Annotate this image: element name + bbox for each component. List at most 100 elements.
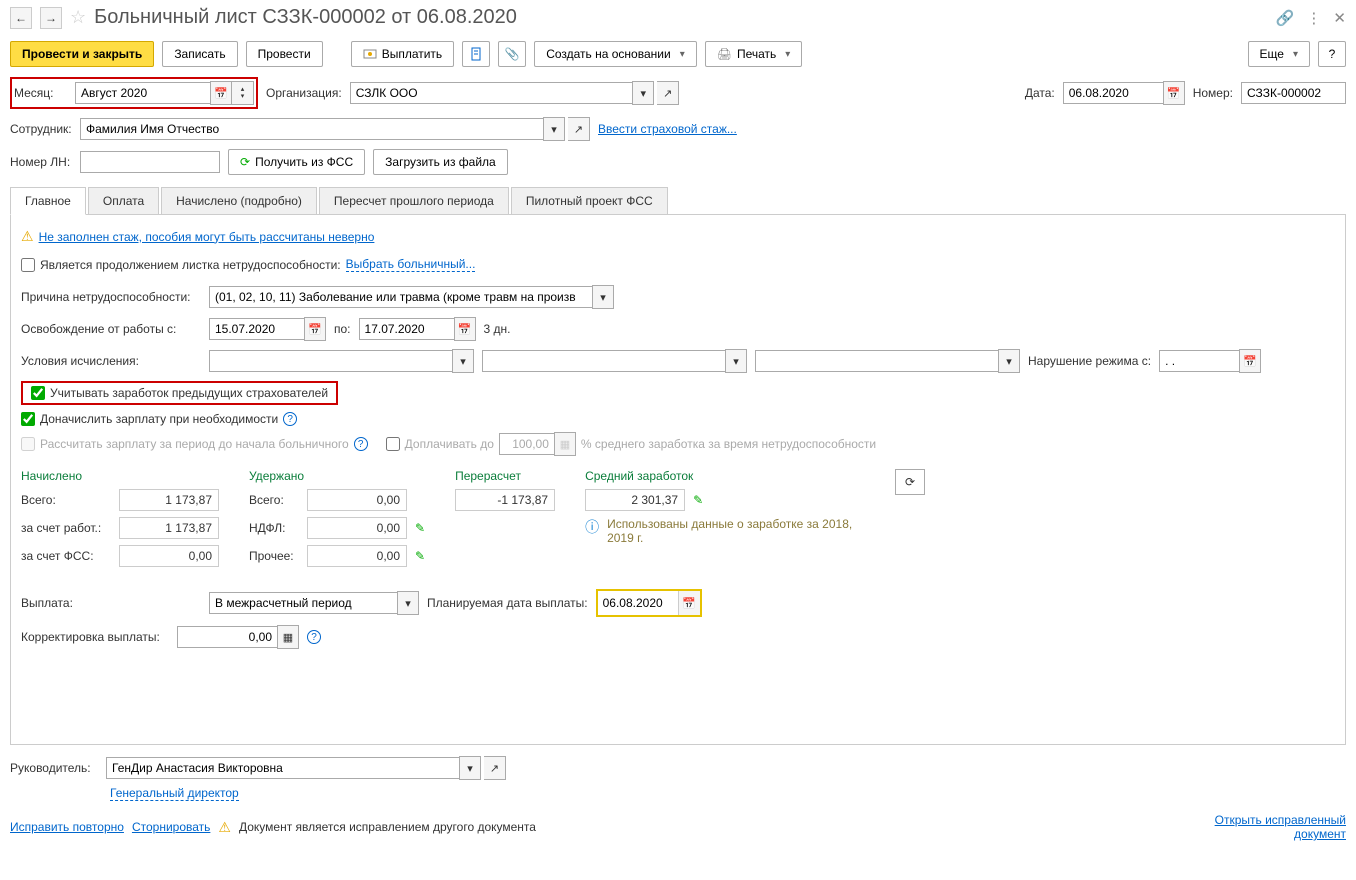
conditions-dropdown-2[interactable]: ▾ xyxy=(725,349,747,373)
tab-fss-pilot[interactable]: Пилотный проект ФСС xyxy=(511,187,668,214)
calc-salary-checkbox xyxy=(21,437,35,451)
storno-link[interactable]: Сторнировать xyxy=(132,820,210,834)
tab-accrued[interactable]: Начислено (подробно) xyxy=(161,187,317,214)
accrued-total-value: 1 173,87 xyxy=(119,489,219,511)
document-icon-button[interactable] xyxy=(462,41,490,67)
withheld-total-value: 0,00 xyxy=(307,489,407,511)
insurance-link[interactable]: Ввести страховой стаж... xyxy=(598,122,737,136)
tab-main[interactable]: Главное xyxy=(10,187,86,215)
violation-label: Нарушение режима с: xyxy=(1028,354,1151,368)
month-calendar-button[interactable]: 📅 xyxy=(210,81,232,105)
pay-up-calc-button: ▦ xyxy=(554,432,576,456)
employee-input[interactable] xyxy=(80,118,543,140)
payment-select[interactable] xyxy=(209,592,397,614)
other-edit-icon[interactable]: ✎ xyxy=(415,549,425,563)
help-icon[interactable]: ? xyxy=(283,412,297,426)
account-prev-checkbox[interactable] xyxy=(31,386,45,400)
select-sick-link[interactable]: Выбрать больничный... xyxy=(346,257,476,272)
month-spinner-button[interactable]: ▴▾ xyxy=(232,81,254,105)
conditions-dropdown-3[interactable]: ▾ xyxy=(998,349,1020,373)
date-to-calendar-button[interactable]: 📅 xyxy=(454,317,476,341)
calc-salary-label: Рассчитать зарплату за период до начала … xyxy=(40,437,349,451)
tab-recalc[interactable]: Пересчет прошлого периода xyxy=(319,187,509,214)
number-input[interactable] xyxy=(1241,82,1346,104)
org-open-button[interactable]: ↗ xyxy=(657,81,679,105)
correction-calc-button[interactable]: ▦ xyxy=(277,625,299,649)
date-to-input[interactable] xyxy=(359,318,454,340)
org-label: Организация: xyxy=(266,86,342,100)
manager-title-link[interactable]: Генеральный директор xyxy=(110,786,239,801)
withheld-total-label: Всего: xyxy=(249,493,299,507)
other-label: Прочее: xyxy=(249,549,299,563)
open-fixed-link[interactable]: Открыть исправленный документ xyxy=(1196,813,1346,841)
date-from-calendar-button[interactable]: 📅 xyxy=(304,317,326,341)
violation-calendar-button[interactable]: 📅 xyxy=(1239,349,1261,373)
manager-dropdown-button[interactable]: ▾ xyxy=(459,756,481,780)
get-fss-button[interactable]: ⟳ Получить из ФСС xyxy=(228,149,365,175)
warning-link[interactable]: Не заполнен стаж, пособия могут быть рас… xyxy=(39,230,375,244)
help-icon-2[interactable]: ? xyxy=(354,437,368,451)
create-based-button[interactable]: Создать на основании xyxy=(534,41,697,67)
ndfl-edit-icon[interactable]: ✎ xyxy=(415,521,425,535)
employee-open-button[interactable]: ↗ xyxy=(568,117,590,141)
avg-edit-icon[interactable]: ✎ xyxy=(693,493,703,507)
conditions-input-1[interactable] xyxy=(209,350,452,372)
conditions-dropdown-1[interactable]: ▾ xyxy=(452,349,474,373)
refresh-button[interactable]: ⟳ xyxy=(895,469,925,495)
pay-up-label: Доплачивать до xyxy=(405,437,494,451)
date-calendar-button[interactable]: 📅 xyxy=(1163,81,1185,105)
paperclip-icon: 📎 xyxy=(505,47,520,61)
planned-date-calendar-button[interactable]: 📅 xyxy=(678,591,700,615)
attach-button[interactable]: 📎 xyxy=(498,41,526,67)
date-from-input[interactable] xyxy=(209,318,304,340)
recalc-header: Перерасчет xyxy=(455,469,555,483)
nav-forward-button[interactable]: → xyxy=(40,7,62,29)
reason-input[interactable] xyxy=(209,286,592,308)
org-dropdown-button[interactable]: ▾ xyxy=(632,81,654,105)
pay-up-input xyxy=(499,433,554,455)
conditions-input-3[interactable] xyxy=(755,350,998,372)
pay-up-checkbox[interactable] xyxy=(386,437,400,451)
print-button[interactable]: 🖨 Печать xyxy=(705,41,803,67)
reason-dropdown-button[interactable]: ▾ xyxy=(592,285,614,309)
accrued-employer-value: 1 173,87 xyxy=(119,517,219,539)
violation-date-input[interactable] xyxy=(1159,350,1239,372)
nav-back-button[interactable]: ← xyxy=(10,7,32,29)
close-icon[interactable]: ✕ xyxy=(1333,9,1346,27)
month-input[interactable] xyxy=(75,82,210,104)
to-label: по: xyxy=(334,322,351,336)
more-menu-icon[interactable]: ⋮ xyxy=(1306,9,1321,27)
manager-open-button[interactable]: ↗ xyxy=(484,756,506,780)
post-button[interactable]: Провести xyxy=(246,41,323,67)
save-button[interactable]: Записать xyxy=(162,41,237,67)
fix-again-link[interactable]: Исправить повторно xyxy=(10,820,124,834)
correction-input[interactable] xyxy=(177,626,277,648)
continuation-checkbox[interactable] xyxy=(21,258,35,272)
employee-dropdown-button[interactable]: ▾ xyxy=(543,117,565,141)
add-salary-checkbox[interactable] xyxy=(21,412,35,426)
favorite-star-icon[interactable]: ☆ xyxy=(70,7,86,28)
conditions-input-2[interactable] xyxy=(482,350,725,372)
avg-value: 2 301,37 xyxy=(585,489,685,511)
planned-date-input[interactable] xyxy=(598,593,678,613)
help-button[interactable]: ? xyxy=(1318,41,1346,67)
continuation-label: Является продолжением листка нетрудоспос… xyxy=(40,258,341,272)
manager-input[interactable] xyxy=(106,757,459,779)
pay-button[interactable]: Выплатить xyxy=(351,41,455,67)
tab-payment[interactable]: Оплата xyxy=(88,187,159,214)
link-icon[interactable]: 🔗 xyxy=(1276,9,1295,27)
more-button[interactable]: Еще xyxy=(1248,41,1310,67)
date-input[interactable] xyxy=(1063,82,1163,104)
account-prev-label: Учитывать заработок предыдущих страховат… xyxy=(50,386,328,400)
load-file-button[interactable]: Загрузить из файла xyxy=(373,149,508,175)
post-and-close-button[interactable]: Провести и закрыть xyxy=(10,41,154,67)
payment-dropdown-button[interactable]: ▾ xyxy=(397,591,419,615)
planned-date-label: Планируемая дата выплаты: xyxy=(427,596,588,610)
correction-help-icon[interactable]: ? xyxy=(307,630,321,644)
org-input[interactable] xyxy=(350,82,633,104)
refresh-icon: ⟳ xyxy=(240,155,250,169)
avg-header: Средний заработок xyxy=(585,469,865,483)
ln-input[interactable] xyxy=(80,151,220,173)
accrued-fss-value: 0,00 xyxy=(119,545,219,567)
ndfl-label: НДФЛ: xyxy=(249,521,299,535)
